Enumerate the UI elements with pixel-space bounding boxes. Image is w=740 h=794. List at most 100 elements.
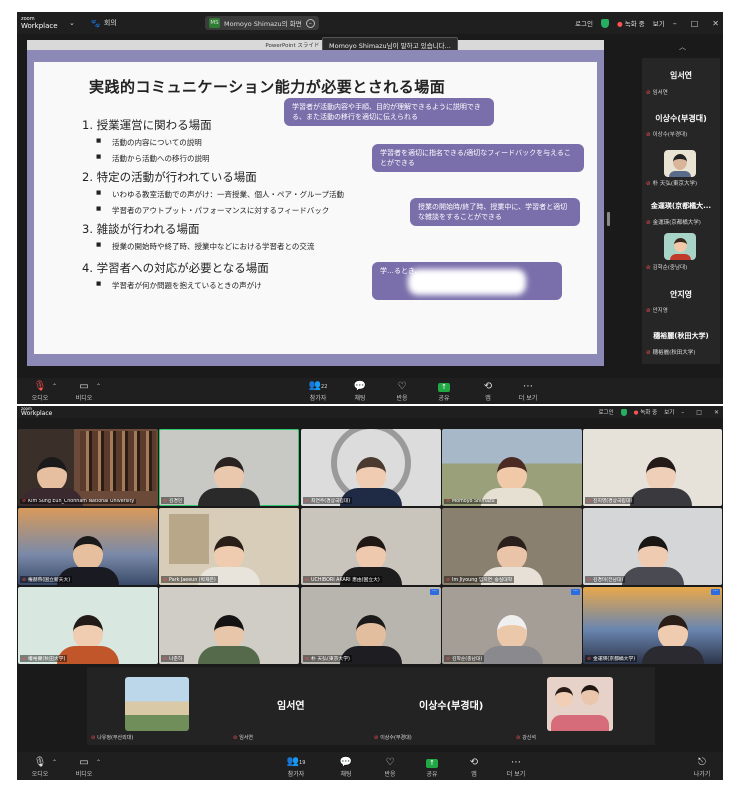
zoom-logo: zoom Workplace: [21, 16, 58, 30]
participant-name-label: ⊘ UCHIBORI AKARI 恵由(国立大): [303, 576, 382, 583]
zoom-logo: zoom Workplace: [21, 406, 53, 417]
participant-name: 임서연: [277, 701, 305, 712]
minimize-icon[interactable]: –: [673, 19, 677, 28]
video-tile[interactable]: ⊘ 진지영(경상국립대): [583, 429, 722, 506]
video-tile[interactable]: ··· ⊘ 朴 天弘(東京大学): [301, 587, 441, 664]
chat-icon: 💬: [353, 381, 367, 392]
participant-video[interactable]: [547, 677, 613, 731]
view-menu[interactable]: 보기: [653, 18, 665, 28]
react-button[interactable]: ♡ 반응: [373, 757, 407, 778]
close-icon[interactable]: ✕: [714, 409, 719, 416]
participant-name-label: ⊘ Momoyo Shimazu: [444, 499, 497, 504]
participant-name: 金運瑛(京都橘大...: [650, 202, 712, 210]
bottom-participant-strip: 임서연 이상수(부경대) ⊘ 나유정(부산외대) ⊘ 임서연 ⊘ 이상수(부경대) ⊘…: [87, 667, 655, 745]
video-tile[interactable]: ⊘ Momoyo Shimazu: [442, 429, 582, 506]
video-tile[interactable]: ⊘ 權裕麗(秋田大学): [18, 587, 158, 664]
slide-bullet: 活動の内容についての説明: [96, 137, 202, 148]
video-tile[interactable]: ⊘ Im Jiyoung 임지연_숭실대학: [442, 508, 582, 585]
audio-button[interactable]: 🎙 ⌃ 오디오: [23, 381, 57, 402]
video-tile[interactable]: ⊘ 나준하: [159, 587, 299, 664]
chat-icon: 💬: [339, 757, 353, 768]
login-link[interactable]: 로그인: [575, 18, 593, 28]
video-tile-active-speaker[interactable]: ⊘ 김경민: [159, 429, 299, 506]
participant-name-label: ⊘ 朴 天弘(東京大学): [303, 655, 352, 662]
slide-heading: 1. 授業運営に関わる場面: [82, 118, 212, 132]
record-dot-icon: ●: [633, 410, 639, 416]
participants-button[interactable]: 👥19 참가자: [279, 756, 313, 778]
participant-sidebar: 임서연 ⊘ 임서연 이상수(부경대) ⊘ 이상수(부경대) ⊘ 朴 天弘(東京大学) …: [642, 58, 720, 364]
video-tile[interactable]: ⊘ 権赫燕(国立新天大): [18, 508, 158, 585]
splitter-handle[interactable]: [607, 212, 610, 226]
video-tile[interactable]: ⊘ 김경미(전남대): [583, 508, 722, 585]
apps-button[interactable]: ⟲ 앱: [457, 757, 491, 778]
participant-photo[interactable]: [125, 677, 189, 731]
chevron-up-icon[interactable]: ︿: [679, 42, 686, 52]
share-screen-icon: ↑: [438, 383, 450, 392]
participant-name-label: ⊘ 権赫燕(国立新天大): [20, 576, 73, 583]
heart-icon: ♡: [397, 381, 407, 392]
callout-bubble: 学習者を適切に指名できる/適切なフィードバックを与えることができる: [372, 144, 584, 172]
video-tile[interactable]: ⊘ Park Jaeeun (박재은): [159, 508, 299, 585]
zoom-window-gallery: zoom Workplace 로그인 ● 녹화 중 보기 – □ ✕ ⊘ Kim …: [17, 406, 723, 780]
screen-share-pill[interactable]: MS Momoyo Shimazu의 화면 –: [205, 16, 319, 30]
video-tile[interactable]: ··· ⊘ 김학순(충남대): [442, 587, 582, 664]
participant-label: ⊘ 金運瑛(京都橘大学): [646, 220, 701, 226]
participants-icon: 👥22: [308, 380, 328, 391]
video-tile[interactable]: ⊘ 최연주(경상국립대): [301, 429, 441, 506]
participant-name: 임서연: [669, 71, 693, 80]
meeting-controls: 🎙 ⌃ 오디오 ▭ ⌃ 비디오 👥22 참가자 💬 채팅 ♡ 반응 ↑ 공유 ⟲ 앱…: [17, 378, 723, 404]
participant-label: ⊘ 임서연: [233, 735, 254, 741]
callout-bubble-obscured: 学…るとき、: [372, 262, 562, 300]
view-menu[interactable]: 보기: [664, 408, 674, 416]
ppt-title-bar: PowerPoint スライド ショー - [Worksh: [27, 40, 604, 50]
participants-button[interactable]: 👥22 참가자: [301, 380, 335, 402]
shield-icon[interactable]: [620, 408, 627, 416]
apps-button[interactable]: ⟲ 앱: [471, 381, 505, 402]
slide-bullet: 学習者のアウトプット・パフォーマンスに対するフィードバック: [96, 205, 329, 216]
video-button[interactable]: ▭ ⌃ 비디오: [67, 757, 101, 778]
video-tile[interactable]: ⊘ UCHIBORI AKARI 恵由(国立大): [301, 508, 441, 585]
react-button[interactable]: ♡ 반응: [385, 381, 419, 402]
close-icon[interactable]: ✕: [712, 19, 719, 28]
chevron-down-icon[interactable]: ⌄: [69, 19, 75, 27]
video-tile[interactable]: ··· ⊘ 金運瑛(京都橘大学): [583, 587, 722, 664]
login-link[interactable]: 로그인: [598, 408, 613, 416]
share-owner-label: Momoyo Shimazu의 화면: [224, 20, 302, 28]
minimize-icon[interactable]: –: [681, 409, 684, 416]
audio-button[interactable]: 🎙 ⌃ 오디오: [23, 757, 57, 778]
share-button[interactable]: ↑ 공유: [427, 381, 461, 402]
recording-indicator[interactable]: ● 녹화 중: [617, 18, 645, 28]
blur-overlay: [408, 269, 526, 295]
more-options-icon[interactable]: ···: [711, 589, 720, 595]
maximize-icon[interactable]: □: [691, 19, 699, 28]
recording-indicator[interactable]: ● 녹화 중: [634, 408, 658, 416]
more-options-icon[interactable]: ···: [571, 589, 580, 595]
more-options-icon[interactable]: ···: [430, 589, 439, 595]
more-button[interactable]: ⋯ 더 보기: [511, 381, 545, 402]
more-button[interactable]: ⋯ 더 보기: [499, 757, 533, 778]
participant-label: ⊘ 김학순(중남대): [646, 265, 688, 271]
participant-name-label: ⊘ 김경미(전남대): [585, 576, 626, 583]
participant-label: ⊘ 안지영: [646, 308, 668, 314]
participant-name: 이상수(부경대): [419, 701, 484, 712]
leave-button[interactable]: ⎋ 나가기: [685, 757, 719, 778]
slide-title: 実践的コミュニケーション能力が必要とされる場面: [89, 78, 446, 96]
participant-name-label: ⊘ 김경민: [161, 497, 185, 504]
maximize-icon[interactable]: □: [696, 409, 702, 416]
participant-name-label: ⊘ Im Jiyoung 임지연_숭실대학: [444, 576, 515, 583]
participant-video: [664, 150, 696, 177]
slide: 実践的コミュニケーション能力が必要とされる場面 1. 授業運営に関わる場面 活動…: [34, 62, 597, 354]
participant-name: 이상수(부경대): [655, 114, 707, 123]
stop-share-icon[interactable]: –: [305, 18, 315, 28]
chat-button[interactable]: 💬 채팅: [329, 757, 363, 778]
shield-icon[interactable]: [601, 18, 609, 28]
chat-button[interactable]: 💬 채팅: [343, 381, 377, 402]
share-button[interactable]: ↑ 공유: [415, 757, 449, 778]
apps-icon: ⟲: [483, 381, 493, 392]
title-bar: zoom Workplace 로그인 ● 녹화 중 보기 – □ ✕: [17, 406, 723, 418]
participant-label: ⊘ 나유정(부산외대): [91, 735, 134, 741]
participant-name: 안지영: [669, 290, 693, 299]
title-bar: zoom Workplace ⌄ 🐾 회의 MS Momoyo Shimazu의…: [17, 12, 723, 34]
video-tile[interactable]: ⊘ Kim Sung Eun_Chonnam National Universit…: [18, 429, 158, 506]
video-button[interactable]: ▭ ⌃ 비디오: [67, 381, 101, 402]
